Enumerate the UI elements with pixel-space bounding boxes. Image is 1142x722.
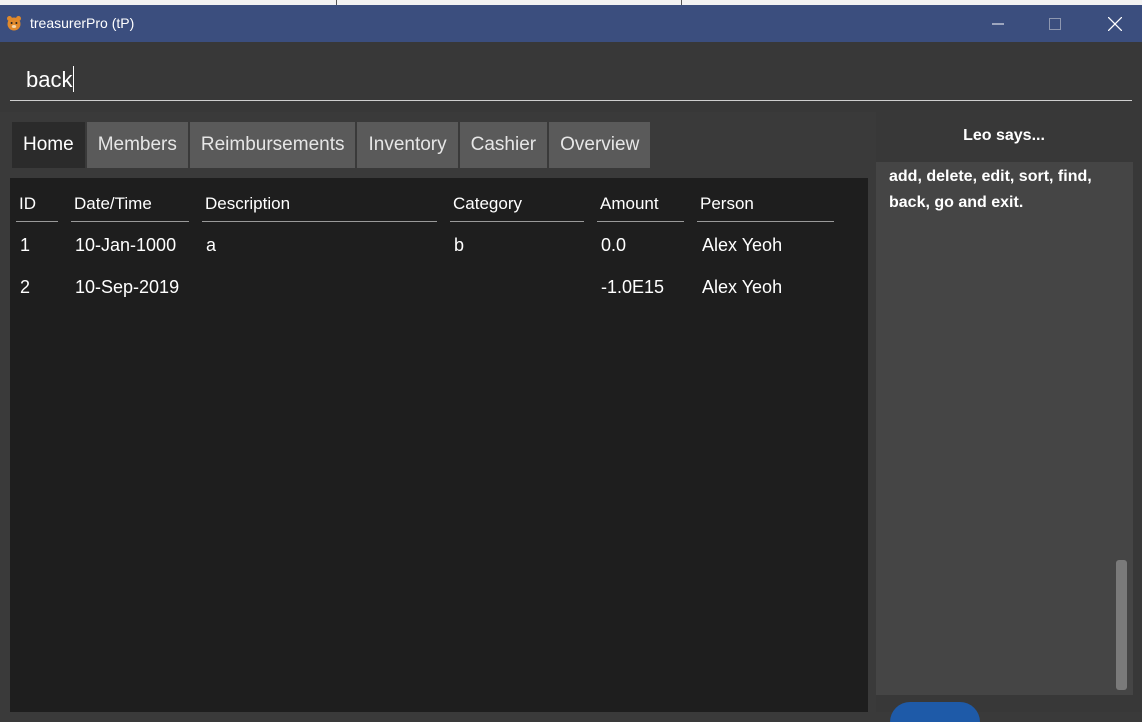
leo-title: Leo says... <box>963 127 1045 144</box>
column-header-id[interactable]: ID <box>16 194 58 222</box>
cell-description: a <box>206 235 217 255</box>
minimize-button[interactable] <box>975 5 1021 42</box>
cell-id: 2 <box>20 277 31 297</box>
tab-reimbursements[interactable]: Reimbursements <box>189 122 356 168</box>
cell-amount: 0.0 <box>601 235 627 255</box>
maximize-icon <box>1049 17 1061 30</box>
tab-bar: Home Members Reimbursements Inventory Ca… <box>12 122 652 168</box>
cell-category: b <box>454 235 465 255</box>
window-title: treasurerPro (tP) <box>30 15 135 31</box>
command-bar: back <box>0 42 1142 112</box>
column-header-category[interactable]: Category <box>450 194 584 222</box>
column-header-amount[interactable]: Amount <box>597 194 684 222</box>
cell-amount: -1.0E15 <box>601 277 665 297</box>
cell-id: 1 <box>20 235 31 255</box>
tab-home[interactable]: Home <box>12 122 85 168</box>
cell-person: Alex Yeoh <box>702 277 783 297</box>
command-text[interactable]: back <box>26 66 75 93</box>
tab-overview[interactable]: Overview <box>549 122 651 168</box>
tab-cashier[interactable]: Cashier <box>459 122 548 168</box>
text-caret <box>73 66 75 92</box>
command-input[interactable]: back <box>10 48 1132 101</box>
maximize-button[interactable] <box>1032 5 1078 42</box>
message-scrollbar[interactable] <box>1116 560 1127 690</box>
close-button[interactable] <box>1092 5 1138 42</box>
cell-person: Alex Yeoh <box>702 235 783 255</box>
title-bar: treasurerPro (tP) <box>0 5 1142 42</box>
minimize-icon <box>992 23 1004 24</box>
column-header-datetime[interactable]: Date/Time <box>71 194 189 222</box>
bear-icon <box>7 16 21 31</box>
column-header-person[interactable]: Person <box>697 194 834 222</box>
transactions-table: ID Date/Time Description Category Amount… <box>10 178 868 712</box>
leo-mascot-icon <box>890 702 980 722</box>
cell-datetime: 10-Sep-2019 <box>75 277 180 297</box>
tab-members[interactable]: Members <box>86 122 188 168</box>
leo-message: add, delete, edit, sort, find, back, go … <box>889 168 1092 211</box>
cell-datetime: 10-Jan-1000 <box>75 235 177 255</box>
leo-message-box: add, delete, edit, sort, find, back, go … <box>876 162 1133 695</box>
column-header-description[interactable]: Description <box>202 194 437 222</box>
close-icon <box>1108 16 1122 31</box>
leo-panel: Leo says... add, delete, edit, sort, fin… <box>876 112 1142 722</box>
tab-inventory[interactable]: Inventory <box>357 122 458 168</box>
